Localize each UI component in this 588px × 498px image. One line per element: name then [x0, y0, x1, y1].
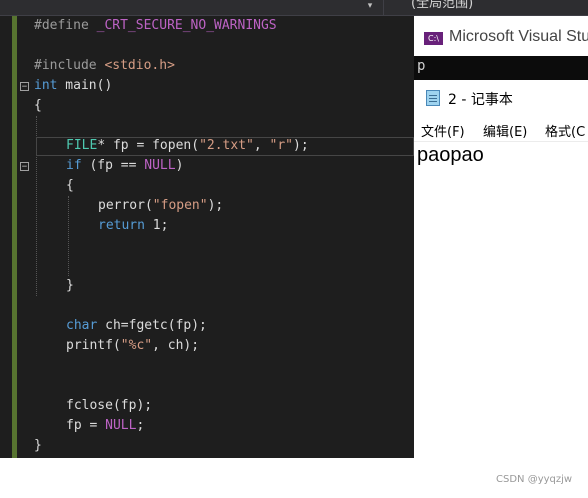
code-token: perror( — [98, 198, 153, 213]
code-token: <stdio.h> — [104, 58, 175, 73]
code-token: 1; — [144, 218, 169, 233]
code-token: int — [34, 78, 58, 93]
code-token: } — [66, 278, 74, 293]
code-text: #define _CRT_SECURE_NO_WARNINGS — [34, 16, 277, 36]
code-text: int main() — [34, 76, 112, 96]
code-token: return — [98, 218, 145, 233]
code-token: _CRT_SECURE_NO_WARNINGS — [96, 18, 277, 33]
code-token: ); — [207, 198, 224, 213]
code-text: fclose(fp); — [66, 396, 152, 416]
code-token: "%c" — [120, 338, 153, 353]
code-line: FILE* fp = fopen("2.txt", "r"); — [0, 136, 414, 156]
notepad-titlebar[interactable]: 2 - 记事本 — [414, 82, 588, 114]
notepad-icon — [426, 90, 440, 106]
code-token: ; — [136, 418, 145, 433]
code-line: #define _CRT_SECURE_NO_WARNINGS — [0, 16, 414, 36]
code-token: "r" — [269, 138, 293, 153]
code-line: } — [0, 276, 414, 296]
code-text: if (fp == NULL) — [66, 156, 183, 176]
code-text: FILE* fp = fopen("2.txt", "r"); — [66, 136, 309, 156]
code-token: , — [253, 138, 270, 153]
notepad-content[interactable]: paopao — [417, 144, 484, 167]
notepad-title: 2 - 记事本 — [448, 92, 513, 108]
console-output-area: p — [414, 56, 588, 80]
code-line: return 1; — [0, 216, 414, 236]
code-text: char ch=fgetc(fp); — [66, 316, 207, 336]
code-text: #include <stdio.h> — [34, 56, 175, 76]
code-line: #include <stdio.h> — [0, 56, 414, 76]
watermark: CSDN @yyqzjw — [496, 474, 573, 485]
code-token: if — [66, 158, 82, 173]
code-token: NULL — [144, 158, 176, 173]
code-token: ) — [175, 158, 184, 173]
code-line: fclose(fp); — [0, 396, 414, 416]
chevron-down-icon[interactable]: ▾ — [362, 0, 378, 15]
code-text: perror("fopen"); — [98, 196, 223, 216]
menu-file[interactable]: 文件(F) — [421, 121, 465, 140]
code-text: fp = NULL; — [66, 416, 144, 436]
code-line: if (fp == NULL) — [0, 156, 414, 176]
code-text: { — [66, 176, 74, 196]
code-token: fp = — [66, 418, 106, 433]
visual-studio-icon: C:\ — [424, 32, 443, 45]
code-token: #include — [34, 58, 105, 73]
editor-bottom-area — [0, 458, 414, 498]
menu-edit[interactable]: 编辑(E) — [483, 121, 527, 140]
code-line: printf("%c", ch); — [0, 336, 414, 356]
code-token: ch=fgetc(fp); — [97, 318, 207, 333]
code-line: { — [0, 176, 414, 196]
code-text: } — [66, 276, 74, 296]
code-token: printf( — [66, 338, 121, 353]
notepad-menubar: 文件(F) 编辑(E) 格式(C — [414, 117, 588, 142]
code-token: } — [34, 438, 42, 453]
code-text: printf("%c", ch); — [66, 336, 199, 356]
code-token: , ch); — [152, 338, 200, 353]
vs-console-title: Microsoft Visual Stu — [449, 28, 588, 45]
code-token: FILE — [66, 138, 98, 153]
code-token: #define — [34, 18, 97, 33]
code-line: fp = NULL; — [0, 416, 414, 436]
code-line: } — [0, 436, 414, 456]
code-line: int main() — [0, 76, 414, 96]
code-token: fclose(fp); — [66, 398, 153, 413]
code-token: { — [66, 178, 74, 193]
code-editor[interactable]: − − #define _CRT_SECURE_NO_WARNINGS #incl… — [0, 16, 414, 458]
code-token: "fopen" — [152, 198, 208, 213]
console-output: p — [417, 58, 426, 74]
code-text: return 1; — [98, 216, 168, 236]
code-token: * fp = fopen( — [97, 138, 200, 153]
vs-console-titlebar[interactable]: C:\ Microsoft Visual Stu — [414, 22, 588, 57]
code-token: char — [66, 318, 98, 333]
code-text: } — [34, 436, 42, 456]
scope-dropdown[interactable]: (全局范围) — [383, 0, 588, 15]
editor-toolbar: ▾ (全局范围) — [0, 0, 588, 16]
code-line: perror("fopen"); — [0, 196, 414, 216]
code-token: (fp == — [81, 158, 145, 173]
code-token: NULL — [105, 418, 137, 433]
code-token: { — [34, 98, 42, 113]
menu-format[interactable]: 格式(C — [545, 121, 585, 140]
code-token: ); — [293, 138, 309, 153]
code-line: { — [0, 96, 414, 116]
code-line: char ch=fgetc(fp); — [0, 316, 414, 336]
code-token: "2.txt" — [199, 138, 254, 153]
code-token: main() — [57, 78, 113, 93]
code-text: { — [34, 96, 42, 116]
